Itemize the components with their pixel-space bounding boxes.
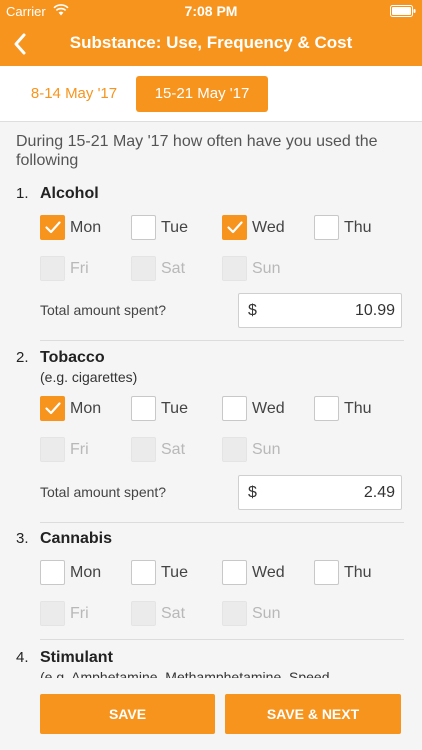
day-option-mon[interactable]: Mon [40,215,130,241]
day-option-sun: Sun [222,601,312,627]
question-subtitle: (e.g. cigarettes) [40,369,138,385]
day-checkbox [222,437,247,462]
amount-value: 10.99 [354,302,395,319]
day-label: Thu [344,219,372,236]
day-option-thu[interactable]: Thu [314,396,404,422]
nav-bar: Carrier 7:08 PM Substance: Use, Frequenc… [0,0,422,66]
day-label: Sun [252,605,281,622]
tab-previous-week[interactable]: 8-14 May '17 [20,76,128,112]
day-checkbox [131,437,156,462]
amount-label: Total amount spent? [40,484,167,500]
question-number: 1. [16,185,29,202]
day-label: Tue [161,219,188,236]
day-checkbox [222,601,247,626]
day-option-tue[interactable]: Tue [131,215,221,241]
day-label: Mon [70,219,102,236]
save-next-button[interactable]: SAVE & NEXT [225,694,401,734]
divider [40,340,404,341]
day-label: Tue [161,400,188,417]
amount-value: 2.49 [363,484,395,501]
amount-label: Total amount spent? [40,302,167,318]
day-label: Wed [252,219,285,236]
day-checkbox[interactable] [40,396,65,421]
battery-icon [390,5,416,17]
day-option-mon[interactable]: Mon [40,396,130,422]
amount-input[interactable]: $ 2.49 [238,475,402,510]
day-label: Wed [252,400,285,417]
divider [40,639,404,640]
day-option-sun: Sun [222,256,312,282]
day-label: Mon [70,400,102,417]
day-label: Fri [70,605,89,622]
currency-symbol: $ [248,484,257,501]
day-option-fri: Fri [40,601,130,627]
day-checkbox[interactable] [131,560,156,585]
question-name: Alcohol [40,185,99,202]
question-name: Cannabis [40,530,113,547]
day-label: Sun [252,441,281,458]
day-checkbox [40,601,65,626]
day-checkbox [40,437,65,462]
day-option-wed[interactable]: Wed [222,396,312,422]
day-label: Wed [252,564,285,581]
day-label: Mon [70,564,102,581]
checkmark-icon [45,402,61,415]
status-bar: Carrier 7:08 PM [0,0,422,22]
day-option-tue[interactable]: Tue [131,396,221,422]
day-checkbox[interactable] [222,396,247,421]
day-checkbox[interactable] [40,560,65,585]
day-label: Thu [344,564,372,581]
day-option-wed[interactable]: Wed [222,560,312,586]
day-label: Thu [344,400,372,417]
amount-input[interactable]: $ 10.99 [238,293,402,328]
day-option-wed[interactable]: Wed [222,215,312,241]
day-label: Sat [161,260,186,277]
day-checkbox [131,601,156,626]
question-number: 2. [16,349,29,366]
currency-symbol: $ [248,302,257,319]
day-option-sat: Sat [131,256,221,282]
day-checkbox[interactable] [222,560,247,585]
day-label: Sat [161,441,186,458]
question-number: 3. [16,530,29,547]
day-checkbox [131,256,156,281]
day-checkbox [222,256,247,281]
status-time: 7:08 PM [184,3,238,19]
day-option-mon[interactable]: Mon [40,560,130,586]
day-label: Fri [70,260,89,277]
day-checkbox[interactable] [40,215,65,240]
save-button[interactable]: SAVE [40,694,215,734]
intro-text: During 15-21 May '17 how often have you … [16,133,378,169]
question-number: 4. [16,649,29,666]
day-option-fri: Fri [40,256,130,282]
day-checkbox[interactable] [131,396,156,421]
day-label: Sun [252,260,281,277]
day-checkbox[interactable] [314,396,339,421]
day-option-fri: Fri [40,437,130,463]
day-label: Sat [161,605,186,622]
day-checkbox[interactable] [314,560,339,585]
week-selector: 8-14 May '17 15-21 May '17 [0,66,422,122]
day-option-sat: Sat [131,601,221,627]
day-option-sun: Sun [222,437,312,463]
day-option-thu[interactable]: Thu [314,215,404,241]
checkmark-icon [227,221,243,234]
day-checkbox[interactable] [314,215,339,240]
page-title: Substance: Use, Frequency & Cost [69,33,353,52]
checkmark-icon [45,221,61,234]
day-option-tue[interactable]: Tue [131,560,221,586]
questionnaire[interactable]: During 15-21 May '17 how often have you … [0,122,422,678]
day-checkbox[interactable] [131,215,156,240]
day-label: Fri [70,441,89,458]
question-subtitle: (e.g. Amphetamine, Methamphetamine, Spee… [40,669,330,678]
day-option-thu[interactable]: Thu [314,560,404,586]
question-name: Stimulant [40,649,113,666]
day-label: Tue [161,564,188,581]
day-checkbox[interactable] [222,215,247,240]
tab-current-week[interactable]: 15-21 May '17 [136,76,268,112]
question-name: Tobacco [40,349,105,366]
divider [40,522,404,523]
day-option-sat: Sat [131,437,221,463]
day-checkbox [40,256,65,281]
